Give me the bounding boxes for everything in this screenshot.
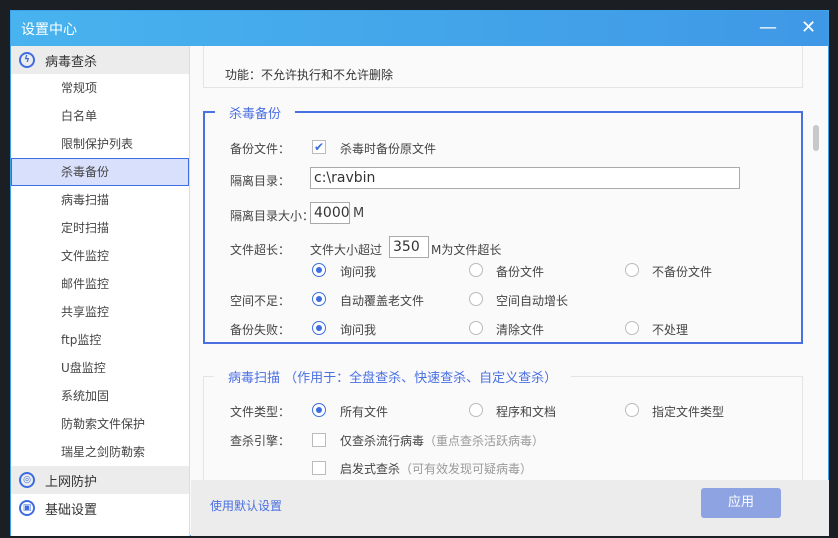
oversize-input[interactable]: 350 (389, 236, 429, 258)
basic-settings-icon: ▣ (19, 500, 35, 516)
sidebar-item-whitelist[interactable]: 白名单 (11, 102, 189, 130)
radio-label: 所有文件 (340, 405, 389, 419)
sidebar-item-file-monitor[interactable]: 文件监控 (11, 242, 189, 270)
settings-window: 设置中心 — ✕ ϟ 病毒查杀 常规项 白名单 限制保护列表 杀毒备份 病毒扫描 … (10, 10, 829, 536)
dir-size-unit: M (353, 206, 365, 221)
sidebar-item-virus-scan[interactable]: 病毒扫描 (11, 186, 189, 214)
close-button[interactable]: ✕ (801, 17, 816, 38)
option-label: 启发式查杀 (340, 462, 401, 476)
engine-popular-label: 仅查杀流行病毒（重点查杀活跃病毒） (340, 432, 544, 449)
engine-popular-checkbox[interactable] (312, 433, 326, 447)
space-radio-overwrite[interactable] (312, 292, 326, 306)
radio-label: 备份文件 (496, 265, 545, 279)
backup-section: 杀毒备份 备份文件： ✔ 杀毒时备份原文件 隔离目录： c:\ravbin 隔离… (203, 103, 803, 344)
section-title: 杀毒备份 (215, 103, 296, 122)
sidebar-item-ransomware-file[interactable]: 防勒索文件保护 (11, 410, 189, 438)
option-hint: （重点查杀活跃病毒） (424, 434, 545, 448)
file-type-label: 文件类型： (230, 405, 291, 419)
group-label: 基础设置 (45, 502, 98, 518)
sidebar-group-basic-settings[interactable]: ▣ 基础设置 (11, 494, 189, 522)
sidebar-group-web-protect[interactable]: ◎ 上网防护 (11, 466, 189, 494)
sidebar-item-mail-monitor[interactable]: 邮件监控 (11, 270, 189, 298)
dir-size-input[interactable]: 4000 (310, 202, 350, 224)
virus-scan-icon: ϟ (19, 52, 35, 68)
use-default-settings-link[interactable]: 使用默认设置 (210, 497, 282, 514)
apply-button[interactable]: 应用 (701, 488, 781, 518)
sidebar-item-general[interactable]: 常规项 (11, 74, 189, 102)
group-label: 病毒查杀 (45, 54, 98, 70)
minimize-button[interactable]: — (759, 17, 777, 38)
engine-heuristic-checkbox[interactable] (312, 461, 326, 475)
engine-heuristic-label: 启发式查杀（可有效发现可疑病毒） (340, 460, 532, 477)
fail-radio-ignore[interactable] (625, 321, 639, 335)
backup-file-label: 备份文件： (230, 142, 291, 156)
backup-file-option: 杀毒时备份原文件 (340, 142, 437, 156)
backup-file-checkbox[interactable]: ✔ (312, 140, 326, 154)
window-title: 设置中心 (21, 22, 77, 38)
sidebar-item-scheduled-scan[interactable]: 定时扫描 (11, 214, 189, 242)
option-label: 仅查杀流行病毒 (340, 434, 425, 448)
title-bar: 设置中心 — ✕ (11, 11, 828, 46)
radio-label: 询问我 (340, 323, 377, 337)
function-text: 功能：不允许执行和不允许删除 (225, 68, 394, 82)
radio-label: 不备份文件 (652, 265, 713, 279)
scan-section: 病毒扫描 （作用于：全盘查杀、快速查杀、自定义查杀） 文件类型： 所有文件 程序… (203, 367, 803, 480)
sidebar-item-usb-monitor[interactable]: U盘监控 (11, 354, 189, 382)
fail-label: 备份失败： (230, 323, 291, 337)
file-type-radio-all[interactable] (312, 403, 326, 417)
space-label: 空间不足： (230, 294, 291, 308)
oversize-prefix: 文件大小超过 (310, 243, 383, 257)
quarantine-dir-label: 隔离目录： (230, 174, 291, 188)
fail-radio-ask[interactable] (312, 321, 326, 335)
oversize-radio-backup[interactable] (469, 263, 483, 277)
space-radio-grow[interactable] (469, 292, 483, 306)
radio-label: 询问我 (340, 265, 377, 279)
web-protect-icon: ◎ (19, 472, 35, 488)
radio-label: 自动覆盖老文件 (340, 294, 425, 308)
oversize-radio-ask[interactable] (312, 263, 326, 277)
oversize-suffix: M为文件超长 (431, 243, 502, 257)
group-label: 上网防护 (45, 474, 98, 490)
radio-label: 清除文件 (496, 323, 545, 337)
radio-label: 指定文件类型 (652, 405, 725, 419)
sidebar-item-system-hardening[interactable]: 系统加固 (11, 382, 189, 410)
scrollbar-thumb[interactable] (813, 125, 819, 151)
sidebar-group-virus-scan[interactable]: ϟ 病毒查杀 (11, 46, 189, 74)
fail-radio-clear[interactable] (469, 321, 483, 335)
prev-section: 功能：不允许执行和不允许删除 (203, 46, 803, 88)
radio-label: 程序和文档 (496, 405, 557, 419)
footer: 使用默认设置 应用 (191, 480, 829, 536)
sidebar: ϟ 病毒查杀 常规项 白名单 限制保护列表 杀毒备份 病毒扫描 定时扫描 文件监控… (11, 46, 190, 536)
section-title: 病毒扫描 （作用于：全盘查杀、快速查杀、自定义查杀） (214, 367, 572, 386)
file-type-radio-custom[interactable] (625, 403, 639, 417)
radio-label: 不处理 (652, 323, 689, 337)
settings-content: 功能：不允许执行和不允许删除 杀毒备份 备份文件： ✔ 杀毒时备份原文件 隔离目… (191, 46, 829, 480)
file-type-radio-programs[interactable] (469, 403, 483, 417)
engine-label: 查杀引擎： (230, 434, 291, 448)
quarantine-dir-input[interactable]: c:\ravbin (310, 167, 740, 189)
sidebar-item-backup[interactable]: 杀毒备份 (11, 158, 189, 186)
oversize-label: 文件超长： (230, 243, 291, 257)
sidebar-item-ftp-monitor[interactable]: ftp监控 (11, 326, 189, 354)
option-hint: （可有效发现可疑病毒） (400, 462, 533, 476)
sidebar-item-ransomware-sword[interactable]: 瑞星之剑防勒索 (11, 438, 189, 466)
radio-label: 空间自动增长 (496, 294, 569, 308)
oversize-radio-no-backup[interactable] (625, 263, 639, 277)
dir-size-label: 隔离目录大小： (230, 209, 315, 223)
sidebar-item-share-monitor[interactable]: 共享监控 (11, 298, 189, 326)
sidebar-item-protect-list[interactable]: 限制保护列表 (11, 130, 189, 158)
